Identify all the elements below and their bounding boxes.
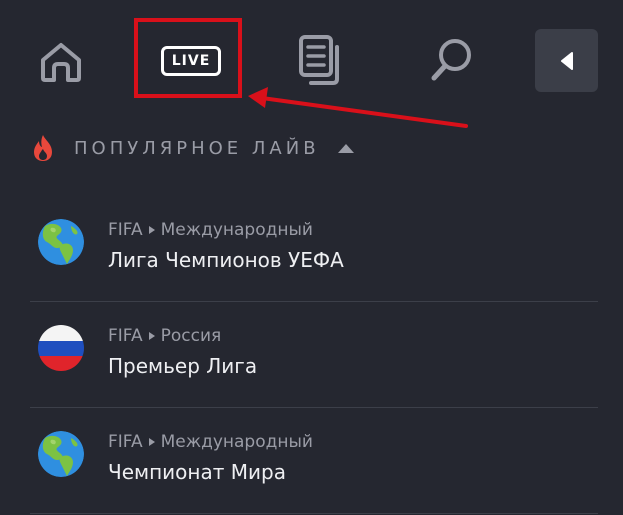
league-category: FIFA — [108, 326, 143, 346]
collapse-panel-button[interactable] — [535, 29, 598, 92]
list-item-league[interactable]: FIFA Россия Премьер Лига — [30, 302, 598, 408]
league-meta: FIFA Международный — [108, 432, 313, 452]
fire-icon — [34, 135, 52, 161]
globe-icon — [37, 218, 85, 266]
document-stack-icon — [299, 35, 339, 85]
league-meta: FIFA Международный — [108, 220, 313, 240]
league-category: FIFA — [108, 432, 143, 452]
list-item-league[interactable]: FIFA Международный Чемпионат Мира — [30, 408, 598, 514]
russia-flag-icon — [37, 324, 85, 372]
annotation-highlight-box — [134, 18, 242, 98]
section-header-popular-live[interactable]: ПОПУЛЯРНОЕ ЛАЙВ — [32, 132, 354, 164]
league-category: FIFA — [108, 220, 143, 240]
league-region: Россия — [160, 326, 222, 346]
league-region: Международный — [160, 220, 313, 240]
home-icon — [41, 43, 81, 82]
league-meta: FIFA Россия — [108, 326, 221, 346]
league-name: Чемпионат Мира — [108, 460, 286, 484]
top-navigation: LIVE — [0, 0, 623, 128]
breadcrumb-separator-icon — [148, 226, 155, 234]
list-item-league[interactable]: FIFA Международный Лига Чемпионов УЕФА — [30, 196, 598, 302]
breadcrumb-separator-icon — [148, 438, 155, 446]
globe-icon — [37, 430, 85, 478]
caret-up-icon[interactable] — [337, 143, 354, 153]
league-name: Премьер Лига — [108, 354, 258, 378]
league-list: FIFA Международный Лига Чемпионов УЕФА F… — [30, 196, 598, 514]
nav-search-button[interactable] — [420, 32, 482, 88]
section-title: ПОПУЛЯРНОЕ ЛАЙВ — [74, 137, 320, 159]
league-name: Лига Чемпионов УЕФА — [108, 248, 344, 272]
breadcrumb-separator-icon — [148, 332, 155, 340]
nav-home-button[interactable] — [30, 34, 92, 90]
nav-bets-button[interactable] — [290, 30, 352, 90]
search-icon — [431, 39, 471, 81]
caret-left-icon — [560, 51, 573, 70]
league-region: Международный — [160, 432, 313, 452]
